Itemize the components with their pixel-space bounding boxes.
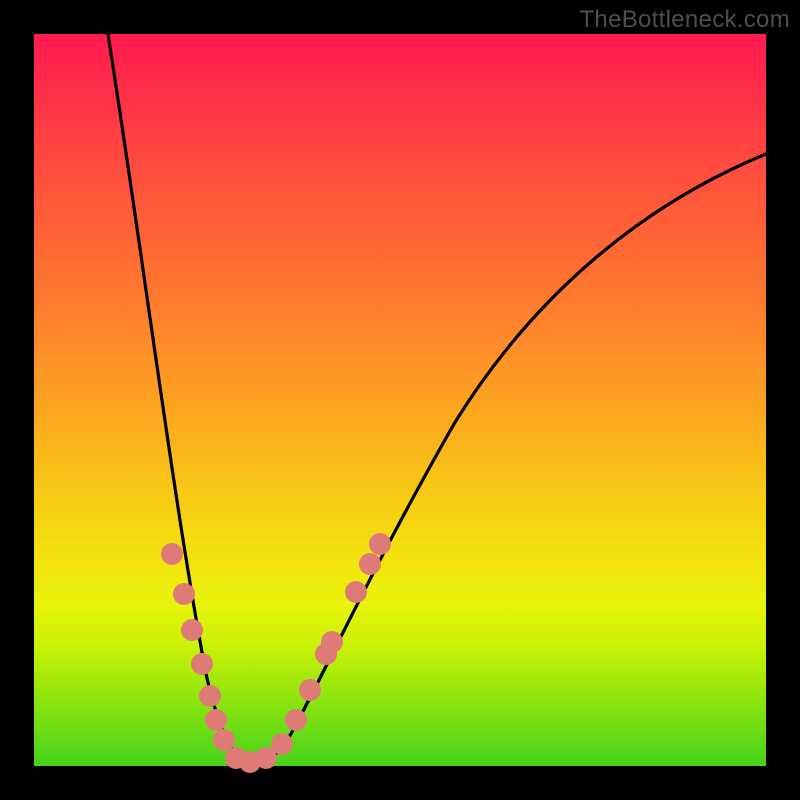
- scatter-point: [173, 583, 195, 605]
- scatter-point: [299, 679, 321, 701]
- chart-svg-layer: [34, 34, 766, 766]
- scatter-point: [181, 619, 203, 641]
- chart-plot-area: [34, 34, 766, 766]
- scatter-point: [161, 543, 183, 565]
- scatter-points: [161, 533, 391, 773]
- scatter-point: [191, 653, 213, 675]
- scatter-point: [285, 709, 307, 731]
- scatter-point: [345, 581, 367, 603]
- scatter-point: [213, 729, 235, 751]
- scatter-point: [205, 709, 227, 731]
- scatter-point: [369, 533, 391, 555]
- bottleneck-curve: [108, 34, 766, 762]
- bottleneck-curve: [108, 34, 766, 762]
- scatter-point: [271, 733, 293, 755]
- scatter-point: [199, 685, 221, 707]
- chart-canvas-frame: TheBottleneck.com: [0, 0, 800, 800]
- scatter-point: [321, 631, 343, 653]
- scatter-point: [359, 553, 381, 575]
- watermark-text: TheBottleneck.com: [579, 6, 790, 34]
